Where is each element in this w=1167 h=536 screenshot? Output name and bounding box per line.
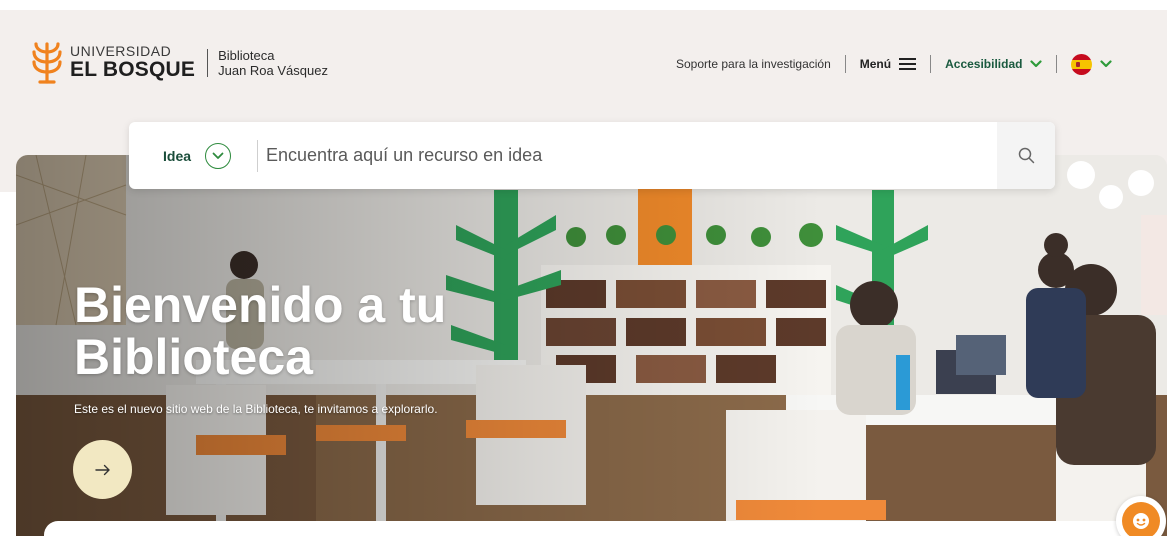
search-submit-button[interactable]: [997, 122, 1055, 189]
search-icon: [1018, 147, 1034, 164]
search-divider: [257, 139, 259, 172]
chevron-down-circle-icon: [205, 142, 232, 169]
accessibility-label: Accesibilidad: [945, 57, 1023, 71]
search-scope-label: Idea: [163, 147, 192, 164]
chat-assistant-icon: [1122, 502, 1160, 536]
logo-university-name: EL BOSQUE: [70, 58, 196, 81]
logo-university-line: UNIVERSIDAD: [70, 43, 172, 59]
nav-research-support-link[interactable]: Soporte para la investigación: [676, 57, 831, 71]
el-bosque-tree-logo-icon: [32, 42, 62, 84]
menu-button[interactable]: Menú: [859, 57, 917, 71]
search-scope-selector[interactable]: Idea: [129, 122, 232, 189]
site-logo[interactable]: UNIVERSIDAD EL BOSQUE Biblioteca Juan Ro…: [30, 40, 328, 86]
chevron-down-icon: [1100, 60, 1113, 68]
nav-divider: [930, 55, 932, 73]
nav-divider: [1056, 55, 1058, 73]
chevron-down-icon: [1030, 60, 1043, 68]
logo-library-line1: Biblioteca: [218, 48, 275, 63]
content-card: [44, 521, 1134, 536]
logo-divider: [207, 49, 209, 77]
language-selector[interactable]: [1071, 53, 1113, 75]
accessibility-dropdown[interactable]: Accesibilidad: [945, 57, 1043, 71]
logo-wordmark: UNIVERSIDAD EL BOSQUE: [70, 44, 195, 82]
logo-library-name: Biblioteca Juan Roa Vásquez: [218, 48, 328, 78]
nav-divider: [844, 55, 846, 73]
spain-flag-icon: [1071, 53, 1093, 75]
hamburger-icon: [899, 58, 917, 70]
hero-explore-button[interactable]: [73, 440, 132, 499]
logo-library-line2: Juan Roa Vásquez: [218, 63, 328, 78]
hero-subtitle: Este es el nuevo sitio web de la Bibliot…: [74, 402, 438, 416]
arrow-right-icon: [94, 464, 110, 475]
top-nav: Soporte para la investigación Menú Acces…: [676, 52, 1113, 76]
menu-label: Menú: [859, 57, 892, 71]
search-input[interactable]: [266, 135, 997, 176]
hero-banner: Bienvenido a tu Biblioteca Este es el nu…: [16, 155, 1167, 536]
hero-title: Bienvenido a tu Biblioteca: [74, 277, 447, 385]
search-bar: Idea: [129, 122, 1055, 189]
